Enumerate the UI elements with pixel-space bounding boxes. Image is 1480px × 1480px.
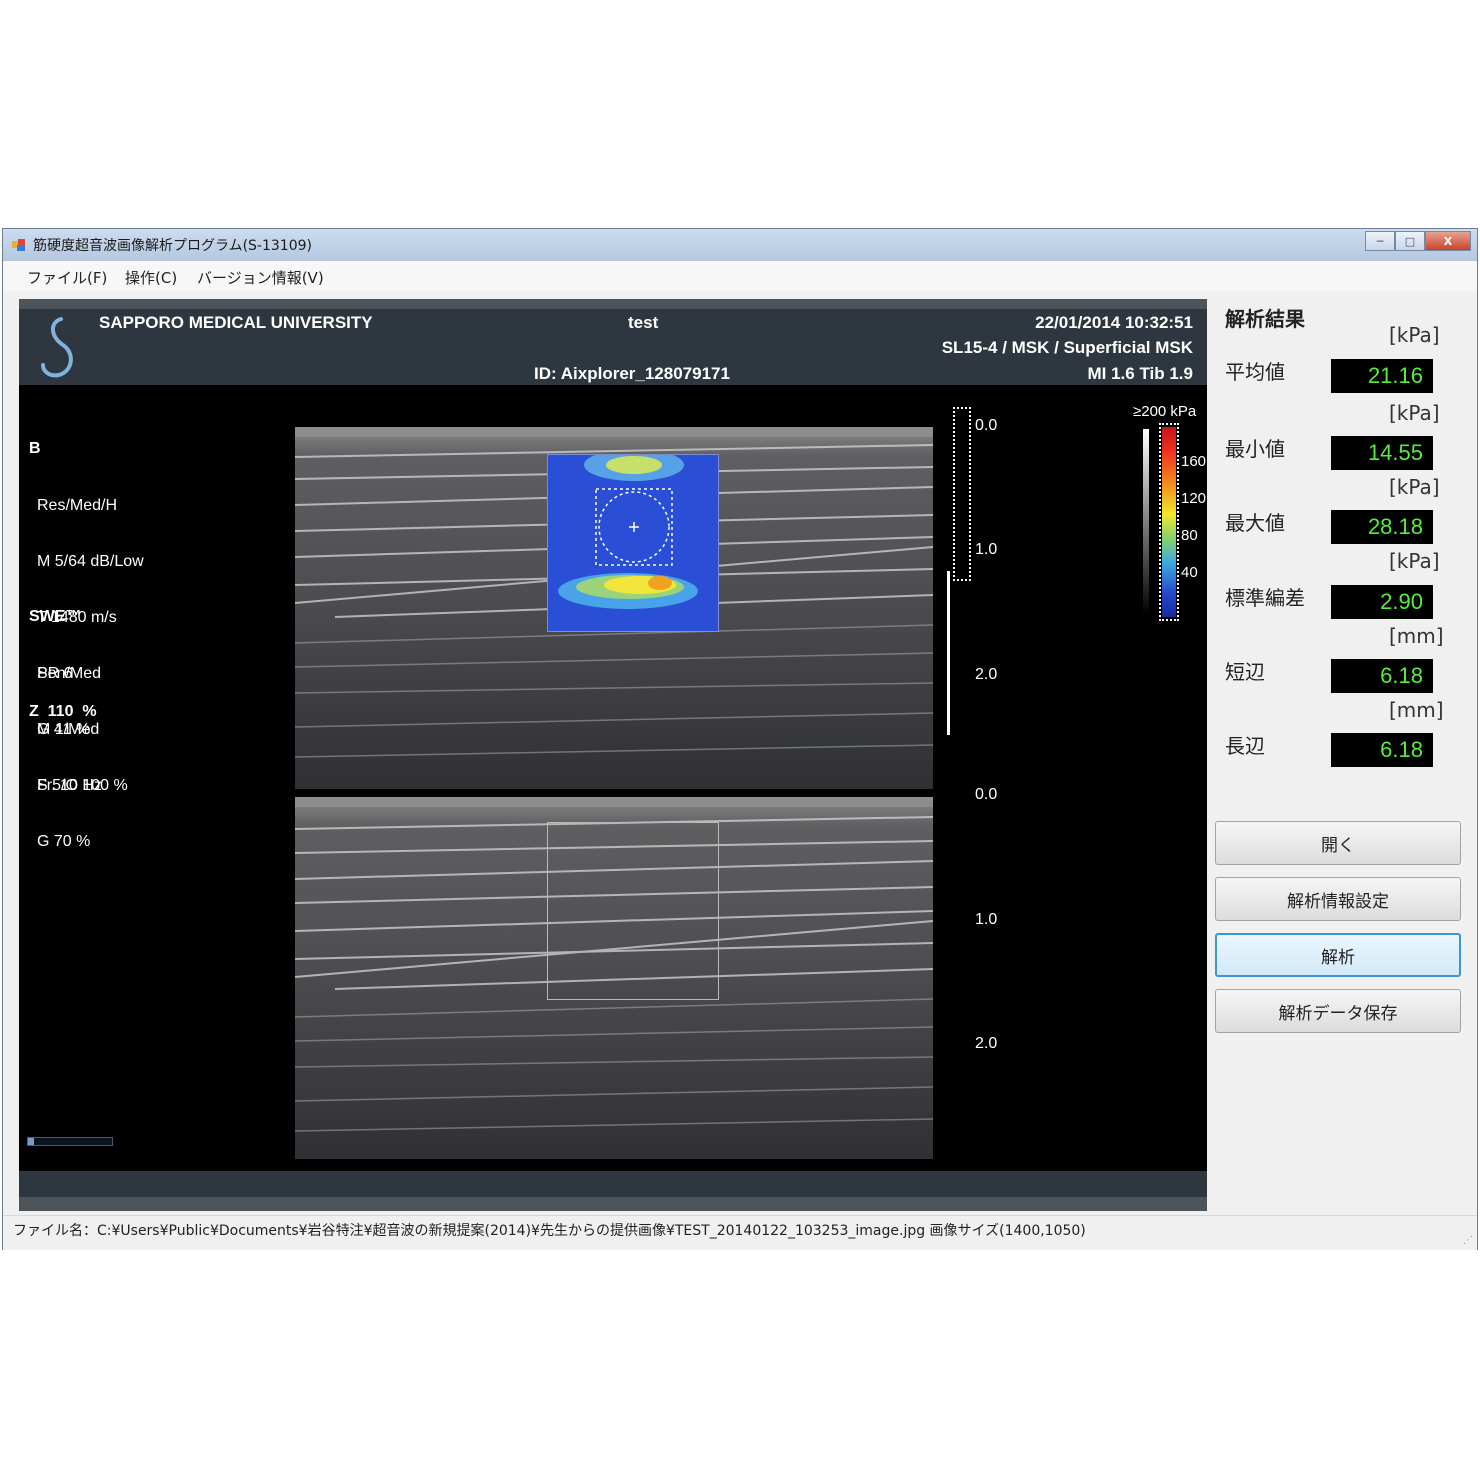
image-footer — [19, 1171, 1207, 1197]
depth-gauge-bar — [947, 571, 950, 735]
unit-label: [kPa] — [1389, 401, 1440, 425]
exam-id: ID: Aixplorer_128079171 — [534, 364, 730, 383]
bmode-gray-bar — [1143, 429, 1149, 615]
bmode-title: B — [29, 440, 41, 458]
analyze-button[interactable]: 解析 — [1215, 933, 1461, 977]
depth-label-top: 0.0 — [975, 417, 998, 434]
window-controls: ─ □ X — [1365, 231, 1471, 251]
min-label: 最小値 — [1225, 437, 1285, 461]
resize-grip-icon[interactable]: ⋰ — [1463, 1235, 1473, 1246]
save-analysis-button[interactable]: 解析データ保存 — [1215, 989, 1461, 1033]
status-bar: ファイル名：C:¥Users¥Public¥Documents¥岩谷特注¥超音波… — [3, 1215, 1477, 1250]
max-value: 28.18 — [1331, 510, 1433, 544]
menu-bar: ファイル(F) 操作(C) バージョン情報(V) — [3, 261, 1477, 291]
colorbar-tick: 40 — [1181, 564, 1198, 581]
results-panel: 解析結果 [kPa] 平均値 21.16 [kPa] 最小値 14.55 [kP… — [1213, 297, 1465, 791]
depth-label-bottom: 2.0 — [975, 1035, 998, 1052]
mechanical-index: MI 1.6 Tib 1.9 — [1087, 364, 1193, 383]
long-side-value: 6.18 — [1331, 733, 1433, 767]
swe-line: Pen/Med — [37, 664, 102, 682]
swe-params: SWE™ Pen/Med M 1/Med S 5/O 100 % G 70 % — [29, 571, 128, 889]
institution-name: SAPPORO MEDICAL UNIVERSITY — [99, 313, 373, 332]
max-label: 最大値 — [1225, 511, 1285, 535]
exam-datetime: 22/01/2014 10:32:51 — [1035, 313, 1193, 332]
analysis-settings-button[interactable]: 解析情報設定 — [1215, 877, 1461, 921]
image-top-strip — [19, 299, 1207, 309]
minimize-button[interactable]: ─ — [1365, 231, 1395, 251]
close-button[interactable]: X — [1425, 231, 1471, 251]
depth-label-bottom: 1.0 — [975, 911, 998, 928]
unit-label: [kPa] — [1389, 549, 1440, 573]
short-side-value: 6.18 — [1331, 659, 1433, 693]
depth-label-top: 1.0 — [975, 541, 998, 558]
swe-line: S 5/O 100 % — [37, 776, 128, 794]
unit-label: [kPa] — [1389, 475, 1440, 499]
stddev-value: 2.90 — [1331, 585, 1433, 619]
menu-version[interactable]: バージョン情報(V) — [197, 267, 324, 288]
window-title: 筋硬度超音波画像解析プログラム(S-13109) — [33, 238, 312, 254]
swe-title: SWE™ — [29, 608, 82, 626]
image-footer-strip — [19, 1197, 1207, 1211]
bmode-line: Res/Med/H — [37, 496, 118, 514]
app-icon — [12, 239, 25, 251]
menu-operation[interactable]: 操作(C) — [125, 267, 177, 288]
results-title: 解析結果 — [1225, 307, 1305, 331]
colorbar-tick: 120 — [1181, 490, 1207, 507]
image-header: SAPPORO MEDICAL UNIVERSITY test 22/01/20… — [19, 309, 1207, 385]
zoom-level: Z 110 % — [29, 703, 97, 720]
depth-label-bottom: 0.0 — [975, 786, 998, 803]
stddev-label: 標準編差 — [1225, 586, 1305, 610]
probe-preset: SL15-4 / MSK / Superficial MSK — [941, 338, 1193, 357]
unit-label: [mm] — [1389, 698, 1444, 722]
colorbar-max-label: ≥200 kPa — [1133, 403, 1197, 420]
swe-line: M 1/Med — [37, 720, 100, 738]
cine-progress — [27, 1137, 113, 1146]
min-value: 14.55 — [1331, 436, 1433, 470]
depth-label-top: 2.0 — [975, 666, 998, 683]
roi-outline-bottom — [547, 822, 719, 1000]
colorbar-tick: 160 — [1181, 453, 1207, 470]
swe-color-map — [547, 454, 719, 632]
menu-file[interactable]: ファイル(F) — [27, 267, 107, 288]
short-side-label: 短辺 — [1225, 660, 1265, 684]
swe-line: G 70 % — [37, 832, 91, 850]
title-bar[interactable]: 筋硬度超音波画像解析プログラム(S-13109) ─ □ X — [3, 229, 1477, 261]
app-window: 筋硬度超音波画像解析プログラム(S-13109) ─ □ X ファイル(F) 操… — [2, 228, 1478, 1250]
colorbar-tick: 80 — [1181, 527, 1198, 544]
long-side-label: 長辺 — [1225, 734, 1265, 758]
unit-label: [kPa] — [1389, 323, 1440, 347]
open-button[interactable]: 開く — [1215, 821, 1461, 865]
maximize-button[interactable]: □ — [1395, 231, 1425, 251]
patient-name: test — [628, 313, 659, 332]
mean-label: 平均値 — [1225, 360, 1285, 384]
unit-label: [mm] — [1389, 624, 1444, 648]
mean-value: 21.16 — [1331, 359, 1433, 393]
depth-roi-marker — [953, 407, 971, 581]
bmode-line: M 5/64 dB/Low — [37, 552, 144, 570]
file-path-status: ファイル名：C:¥Users¥Public¥Documents¥岩谷特注¥超音波… — [13, 1223, 1086, 1239]
elasticity-colorbar — [1162, 427, 1176, 617]
supersonic-logo-icon — [41, 317, 73, 378]
ultrasound-image[interactable]: SAPPORO MEDICAL UNIVERSITY test 22/01/20… — [19, 299, 1207, 1211]
